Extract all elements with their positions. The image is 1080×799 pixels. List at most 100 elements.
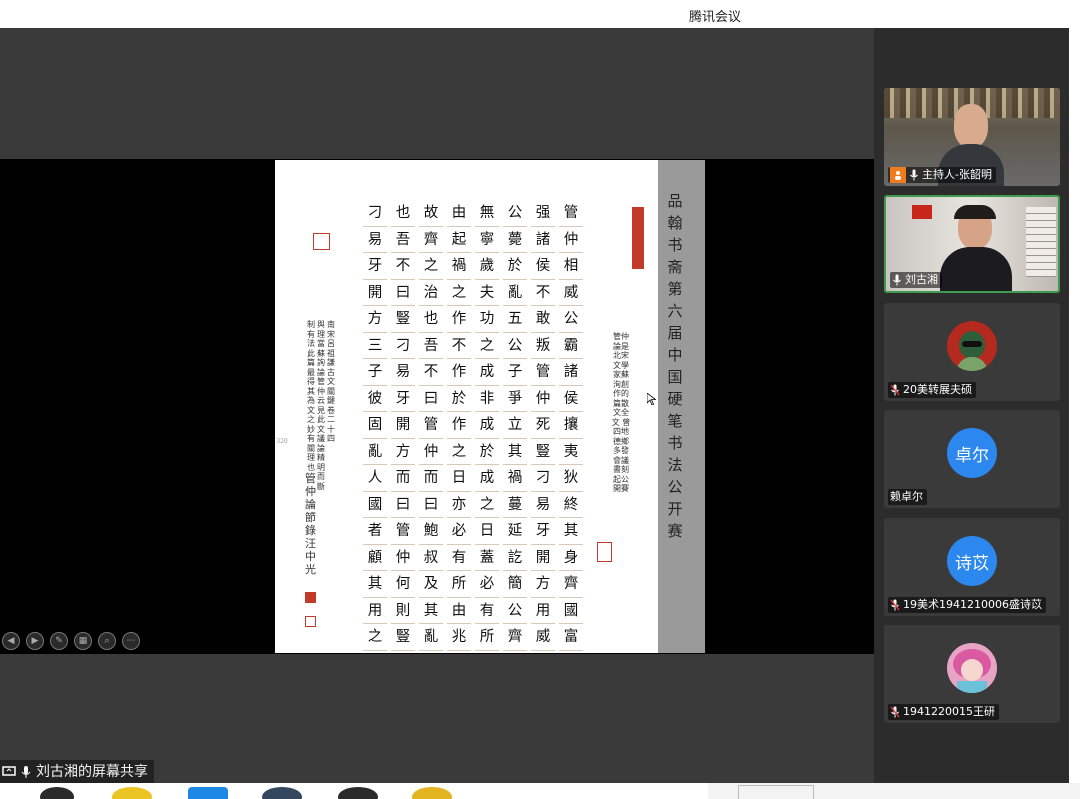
calligraphy-character: 仲	[559, 227, 583, 253]
calligraphy-character: 相	[559, 253, 583, 280]
screen-share-icon	[2, 766, 16, 776]
taskbar-app-icon[interactable]	[40, 787, 74, 799]
calligraphy-character: 必	[447, 518, 471, 545]
taskbar-search-box[interactable]	[738, 785, 814, 799]
calligraphy-character: 寧	[475, 227, 499, 253]
calligraphy-character: 訖	[503, 545, 527, 571]
calligraphy-character: 叛	[531, 333, 555, 359]
calligraphy-character: 立	[503, 412, 527, 439]
calligraphy-slide: 品翰书斋第六届中国硬笔书法公开赛 管仲論是北宋文學家蘇洵創作的篇散文全文 曾四地…	[275, 160, 705, 653]
participant-tile[interactable]: 诗苡 19美术1941210006盛诗苡	[884, 518, 1060, 616]
calligraphy-character: 也	[419, 306, 443, 333]
calligraphy-character: 豎	[531, 439, 555, 465]
participant-avatar: 卓尔	[947, 428, 997, 478]
microphone-icon	[21, 766, 31, 778]
left-seal	[313, 233, 330, 250]
slide-vertical-title: 品翰书斋第六届中国硬笔书法公开赛	[667, 192, 683, 540]
calligraphy-character: 日	[475, 518, 499, 545]
participants-panel: 主持人-张韶明 刘古湘 20美转展夫硕 卓尔 赖卓尔 诗苡 19美术194121…	[874, 28, 1069, 783]
calligraphy-character: 顧	[363, 545, 387, 571]
window-title: 腾讯会议	[688, 10, 741, 25]
text-column-5: 由起禍之作不作於作之日亦必有所由兆	[447, 200, 471, 651]
taskbar-app-icon[interactable]	[338, 787, 378, 799]
participant-label: 20美转展夫硕	[888, 382, 976, 398]
calligraphy-character: 由	[447, 598, 471, 624]
tencent-meeting-window: 腾讯会议 品翰书斋第六届中国硬笔书法公开赛 管仲論是北宋文學家蘇洵創作的篇散文全…	[0, 0, 1080, 799]
calligraphy-character: 延	[503, 518, 527, 545]
calligraphy-character: 功	[475, 306, 499, 333]
calligraphy-character: 管	[391, 518, 415, 545]
text-column-4: 無寧歲夫功之成非成於成之日蓋必有所	[475, 200, 499, 651]
calligraphy-character: 齊	[419, 227, 443, 253]
screen-share-banner: 刘古湘的屏幕共享	[0, 760, 154, 784]
calligraphy-character: 五	[503, 306, 527, 333]
calligraphy-character: 仲	[419, 439, 443, 465]
text-column-1: 管仲相威公霸諸侯攘夷狄終其身齊國富	[559, 200, 583, 651]
participant-tile[interactable]: 卓尔 赖卓尔	[884, 410, 1060, 508]
top-seal	[632, 207, 644, 269]
calligraphy-character: 亦	[447, 492, 471, 518]
calligraphy-character: 齊	[503, 624, 527, 651]
taskbar	[0, 783, 1080, 799]
participant-label: 赖卓尔	[888, 489, 927, 505]
participant-tile[interactable]: 主持人-张韶明	[884, 88, 1060, 186]
calligraphy-character: 侯	[531, 253, 555, 280]
calligraphy-character: 有	[475, 598, 499, 624]
calligraphy-character: 仲	[531, 386, 555, 412]
taskbar-app-icon[interactable]	[412, 787, 452, 799]
participant-avatar	[947, 643, 997, 693]
calligraphy-character: 其	[419, 598, 443, 624]
calligraphy-character: 威	[531, 624, 555, 651]
calligraphy-character: 子	[363, 359, 387, 386]
microphone-muted-icon	[890, 599, 900, 611]
calligraphy-character: 之	[419, 253, 443, 280]
calligraphy-character: 所	[475, 624, 499, 651]
calligraphy-character: 夷	[559, 439, 583, 465]
taskbar-app-icon[interactable]	[262, 787, 302, 799]
calligraphy-character: 人	[363, 465, 387, 492]
participant-label: 刘古湘	[890, 272, 942, 288]
more-options-button[interactable]: ⋯	[122, 632, 140, 650]
calligraphy-character: 牙	[391, 386, 415, 412]
calligraphy-character: 狄	[559, 465, 583, 492]
calligraphy-character: 非	[475, 386, 499, 412]
calligraphy-character: 亂	[503, 280, 527, 306]
participant-tile[interactable]: 20美转展夫硕	[884, 303, 1060, 401]
calligraphy-character: 方	[363, 306, 387, 333]
calligraphy-character: 開	[531, 545, 555, 571]
calligraphy-character: 之	[475, 492, 499, 518]
calligraphy-character: 敢	[531, 306, 555, 333]
calligraphy-character: 曰	[419, 386, 443, 412]
calligraphy-character: 三	[363, 333, 387, 359]
calligraphy-character: 成	[475, 412, 499, 439]
calligraphy-character: 故	[419, 200, 443, 227]
calligraphy-character: 夫	[475, 280, 499, 306]
calligraphy-character: 無	[475, 200, 499, 227]
pen-button[interactable]: ✎	[50, 632, 68, 650]
calligraphy-character: 侯	[559, 386, 583, 412]
calligraphy-character: 曰	[391, 280, 415, 306]
participant-tile-active-speaker[interactable]: 刘古湘	[884, 195, 1060, 293]
calligraphy-character: 於	[447, 386, 471, 412]
previous-slide-button[interactable]: ◀	[2, 632, 20, 650]
calligraphy-character: 成	[475, 359, 499, 386]
calligraphy-character: 由	[447, 200, 471, 227]
next-slide-button[interactable]: ▶	[26, 632, 44, 650]
mouse-cursor-icon	[647, 393, 656, 405]
participant-name: 19美术1941210006盛诗苡	[903, 598, 1042, 611]
microphone-muted-icon	[890, 384, 900, 396]
zoom-button[interactable]: ⌕	[98, 632, 116, 650]
calligraphy-character: 爭	[503, 386, 527, 412]
taskbar-app-icon[interactable]	[112, 787, 152, 799]
title-bar: 腾讯会议	[0, 0, 1080, 48]
participant-tile[interactable]: 1941220015王研	[884, 625, 1060, 723]
calligraphy-character: 公	[503, 200, 527, 227]
calligraphy-character: 也	[391, 200, 415, 227]
left-note-2: 與理當蘇詢論管仲云見此文議論精明而斷	[317, 320, 325, 491]
calligraphy-character: 刁	[531, 465, 555, 492]
calligraphy-character: 其	[559, 518, 583, 545]
taskbar-app-icon[interactable]	[188, 787, 228, 799]
participant-name: 主持人-张韶明	[922, 168, 992, 181]
calligraphy-character: 威	[559, 280, 583, 306]
slides-grid-button[interactable]: ▦	[74, 632, 92, 650]
